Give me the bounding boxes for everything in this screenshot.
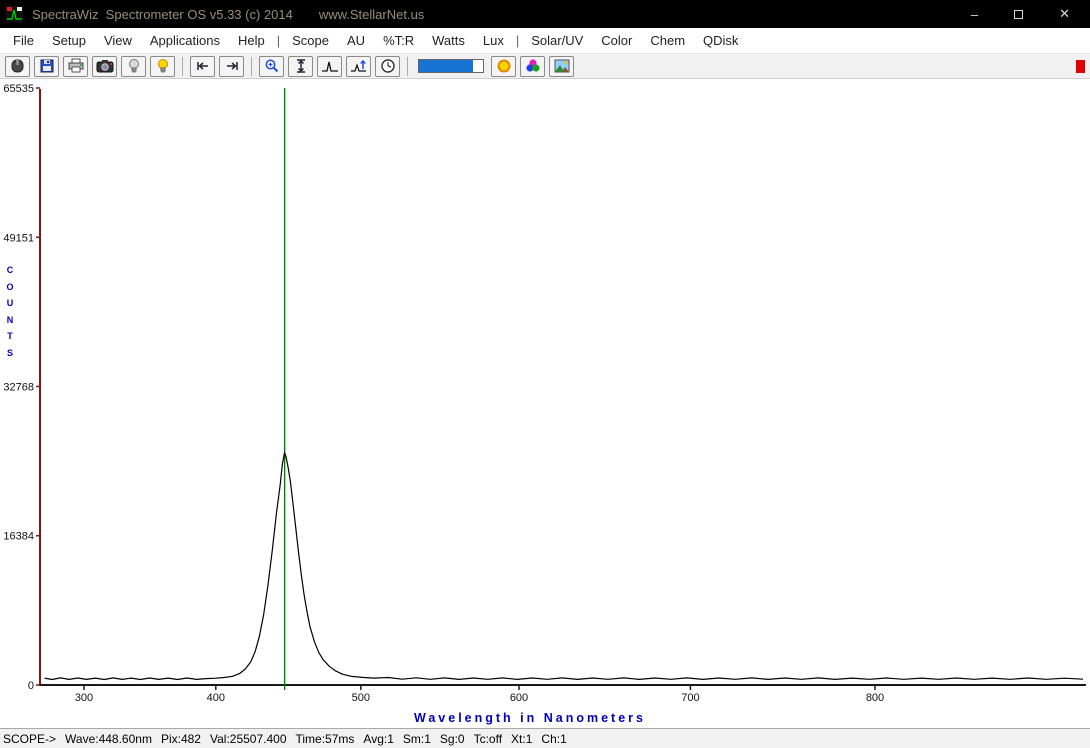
status-field: Sg:0 [440,732,465,746]
status-field: Ch:1 [541,732,566,746]
y-axis-title-letter: S [5,345,15,362]
minimize-button[interactable]: – [971,7,978,22]
lamp-on-icon [156,58,170,74]
y-tick-label: 16384 [3,531,34,543]
acquisition-progress-bar [418,59,484,73]
scale-right-button[interactable] [219,56,244,77]
color-measure-button[interactable] [520,56,545,77]
menu-item-qdisk[interactable]: QDisk [694,33,747,48]
snapshot-button[interactable] [92,56,117,77]
status-field: Sm:1 [403,732,431,746]
y-axis-title-letter: U [5,295,15,312]
mouse-icon [9,58,26,74]
zoom-icon [264,58,280,74]
x-tick-label: 800 [866,692,884,704]
toolbar-separator [182,57,183,76]
menu-bar: FileSetupViewApplicationsHelp|ScopeAU%T:… [0,28,1090,53]
status-field: Wave:448.60nm [65,732,152,746]
menu-item-chem[interactable]: Chem [641,33,694,48]
export-graph-button[interactable] [346,56,371,77]
spectrum-trace [45,453,1083,680]
close-button[interactable]: ✕ [1059,6,1070,22]
status-field: SCOPE-> [3,732,56,746]
peak-icon [321,59,339,73]
status-bar: SCOPE-> Wave:448.60nm Pix:482 Val:25507.400… [0,728,1090,748]
x-tick-label: 500 [352,692,370,704]
status-field: Pix:482 [161,732,201,746]
menu-separator: | [274,33,283,48]
clock-icon [380,58,396,74]
status-field: Tc:off [474,732,502,746]
menu-item-view[interactable]: View [95,33,141,48]
y-tick-label: 65535 [3,83,34,95]
y-tick-label: 32768 [3,381,34,393]
graph-export-icon [350,59,368,73]
menu-item-solar-uv[interactable]: Solar/UV [522,33,592,48]
y-axis-title-letter: C [5,262,15,279]
camera-icon [96,59,114,73]
spectrum-plot: 300 400 500 600 700 800 0 16384 32768 49151 65535 [0,79,1090,728]
toolbar-separator [407,57,408,76]
x-tick-label: 600 [510,692,528,704]
lamp-off-icon [127,58,141,74]
save-button[interactable] [34,56,59,77]
status-field: Avg:1 [363,732,393,746]
x-tick-label: 300 [75,692,93,704]
light-reference-button[interactable] [150,56,175,77]
menu-item-help[interactable]: Help [229,33,274,48]
printer-icon [67,58,85,74]
y-tick-label: 49151 [3,232,34,244]
spectral-image-button[interactable] [549,56,574,77]
progress-fill [419,60,473,72]
y-axis-title: COUNTS [5,262,15,361]
toolbar [0,53,1090,79]
peak-view-button[interactable] [317,56,342,77]
y-axis-title-letter: O [5,279,15,296]
window-controls: – ✕ [971,6,1090,22]
menu-item-watts[interactable]: Watts [423,33,474,48]
window-title-url: www.StellarNet.us [319,7,424,22]
status-field: Xt:1 [511,732,532,746]
title-bar: SpectraWiz Spectrometer OS v5.33 (c) 201… [0,0,1090,28]
window-title: SpectraWiz Spectrometer OS v5.33 (c) 201… [32,7,293,22]
color-wheel-icon [525,58,541,74]
x-axis-title: Wavelength in Nanometers [0,711,1060,725]
floppy-disk-icon [39,58,55,74]
status-field: Val:25507.400 [210,732,287,746]
arrow-right-bar-icon [224,59,240,73]
menu-item-t-r[interactable]: %T:R [374,33,423,48]
app-window: SpectraWiz Spectrometer OS v5.33 (c) 201… [0,0,1090,748]
y-axis-title-letter: N [5,312,15,329]
x-tick-label: 400 [207,692,225,704]
menu-item-scope[interactable]: Scope [283,33,338,48]
menu-item-file[interactable]: File [4,33,43,48]
y-axis-title-letter: T [5,328,15,345]
menu-item-lux[interactable]: Lux [474,33,513,48]
autoscale-y-button[interactable] [288,56,313,77]
print-button[interactable] [63,56,88,77]
irradiance-button[interactable] [491,56,516,77]
status-field: Time:57ms [296,732,355,746]
image-icon [554,59,570,73]
menu-item-setup[interactable]: Setup [43,33,95,48]
chart-area: 300400500600700800016384327684915165535 … [0,79,1090,728]
zoom-button[interactable] [259,56,284,77]
y-tick-label: 0 [28,680,34,692]
toolbar-separator [251,57,252,76]
dark-reference-button[interactable] [121,56,146,77]
vertical-fit-icon [294,58,308,74]
acquire-button[interactable] [5,56,30,77]
arrow-left-bar-icon [195,59,211,73]
menu-separator: | [513,33,522,48]
scale-left-button[interactable] [190,56,215,77]
menu-item-au[interactable]: AU [338,33,374,48]
app-icon [6,6,24,22]
status-indicator [1076,60,1085,73]
x-tick-label: 700 [681,692,699,704]
menu-item-applications[interactable]: Applications [141,33,229,48]
menu-item-color[interactable]: Color [592,33,641,48]
sun-icon [496,58,512,74]
maximize-button[interactable] [1014,10,1023,19]
timer-button[interactable] [375,56,400,77]
